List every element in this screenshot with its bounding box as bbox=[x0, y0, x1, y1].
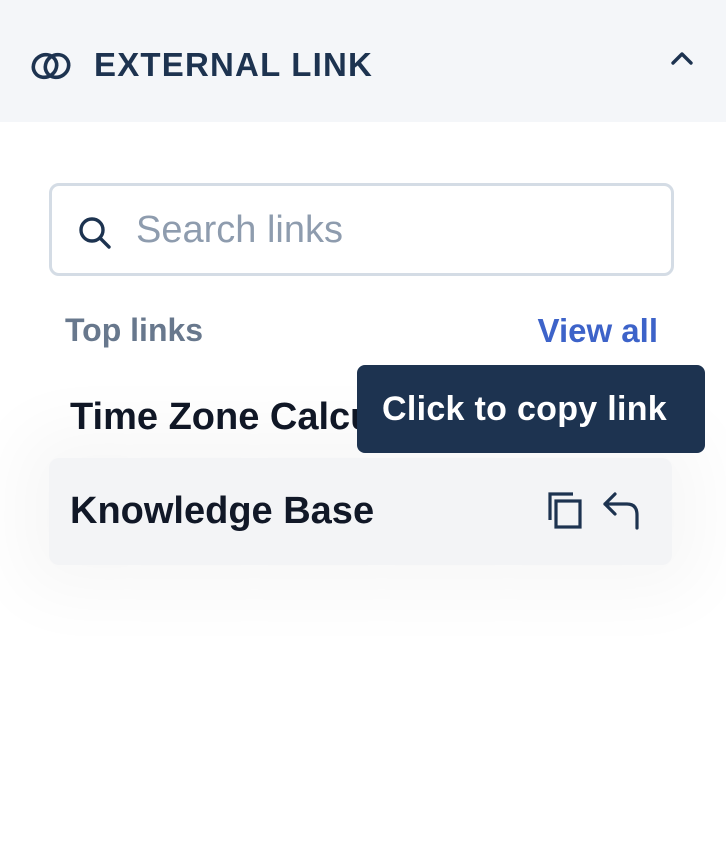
panel-title: EXTERNAL LINK bbox=[94, 46, 374, 83]
link-label: Knowledge Base bbox=[70, 490, 375, 532]
tooltip-text: Click to copy link bbox=[382, 390, 668, 428]
search-input[interactable] bbox=[136, 198, 656, 262]
link-item[interactable]: Knowledge Base bbox=[49, 458, 672, 565]
copy-link-tooltip: Click to copy link bbox=[357, 365, 705, 453]
copy-icon[interactable] bbox=[543, 488, 587, 532]
link-icon bbox=[31, 52, 71, 80]
chevron-up-icon[interactable] bbox=[666, 44, 698, 74]
panel-header[interactable]: EXTERNAL LINK bbox=[0, 0, 726, 122]
search-icon bbox=[79, 217, 111, 249]
view-all-link[interactable]: View all bbox=[538, 312, 658, 350]
top-links-label: Top links bbox=[65, 312, 204, 348]
reply-icon[interactable] bbox=[599, 488, 643, 532]
search-box[interactable] bbox=[49, 183, 674, 276]
